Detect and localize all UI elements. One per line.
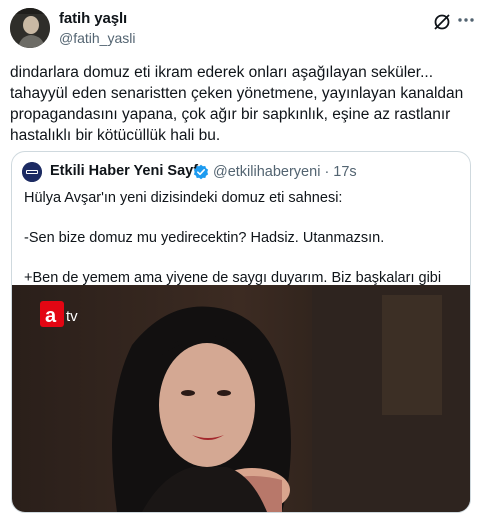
more-options-icon[interactable] xyxy=(456,10,476,30)
quoted-tweet[interactable]: Etkili Haber Yeni Sayfa @etkilihaberyeni… xyxy=(11,151,471,513)
author-handle[interactable]: @fatih_yasli xyxy=(59,30,135,46)
author-name[interactable]: fatih yaşlı xyxy=(59,10,127,27)
quote-handle-time[interactable]: @etkilihaberyeni · 17s xyxy=(213,164,357,180)
quote-author-name[interactable]: Etkili Haber Yeni Sayfa xyxy=(50,163,206,179)
quote-media-image[interactable]: a tv xyxy=(12,285,470,512)
author-avatar[interactable] xyxy=(10,8,50,48)
atv-logo: a tv xyxy=(40,299,78,337)
svg-text:tv: tv xyxy=(66,308,78,325)
grok-icon[interactable] xyxy=(432,12,452,32)
svg-text:a: a xyxy=(45,305,57,327)
verified-badge-icon xyxy=(193,164,209,180)
quote-avatar[interactable] xyxy=(22,162,42,182)
tweet-text: dindarlara domuz eti ikram ederek onları… xyxy=(10,64,464,144)
